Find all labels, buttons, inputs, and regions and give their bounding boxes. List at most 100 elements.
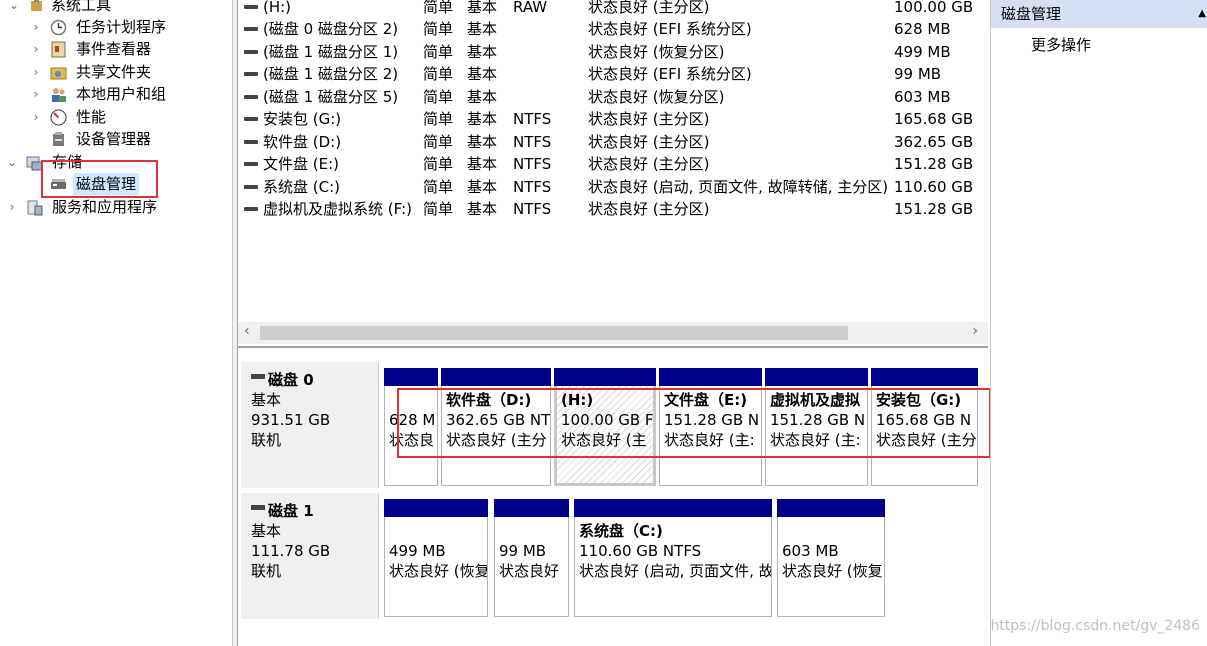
scrollbar-thumb[interactable] [260, 326, 848, 340]
partition-bar [494, 499, 569, 517]
table-row[interactable]: 文件盘 (E:) 简单 基本 NTFS 状态良好 (主分区) 151.28 GB [238, 153, 988, 175]
partition-name [782, 521, 884, 541]
chevron-right-icon[interactable]: › [6, 196, 18, 218]
disk-management-icon [51, 179, 66, 189]
partition-body: (H:) 100.00 GB F 状态良好 (主 [554, 386, 656, 486]
volume-status: 状态良好 (EFI 系统分区) [588, 65, 752, 83]
action-header-title: 磁盘管理 [1001, 5, 1062, 23]
volume-type: 基本 [467, 200, 498, 218]
scroll-right-icon[interactable]: › [972, 323, 978, 339]
tree-item-label: 服务和应用程序 [52, 198, 158, 216]
volume-status: 状态良好 (主分区) [588, 200, 710, 218]
tree-item-label: 事件查看器 [76, 40, 152, 58]
services-icon [27, 200, 43, 216]
storage-icon [26, 156, 43, 171]
action-header[interactable]: 磁盘管理 ▲ [991, 0, 1207, 28]
volume-name: (磁盘 1 磁盘分区 2) [263, 65, 399, 83]
partition-bar [384, 368, 438, 386]
table-row[interactable]: (磁盘 1 磁盘分区 2) 简单 基本 状态良好 (EFI 系统分区) 99 M… [238, 63, 988, 85]
disk-0-header[interactable]: 磁盘 0 基本 931.51 GB 联机 [241, 362, 379, 488]
volume-capacity: 628 MB [894, 20, 951, 38]
action-pane: 磁盘管理 ▲ 更多操作 [990, 0, 1207, 646]
table-row[interactable]: (磁盘 1 磁盘分区 1) 简单 基本 状态良好 (恢复分区) 499 MB [238, 41, 988, 63]
table-row[interactable]: (H:) 简单 基本 RAW 状态良好 (主分区) 100.00 GB [238, 0, 988, 18]
table-row[interactable]: 虚拟机及虚拟系统 (F:) 简单 基本 NTFS 状态良好 (主分区) 151.… [238, 198, 988, 220]
chevron-down-icon[interactable]: ⌄ [8, 0, 20, 16]
volume-layout: 简单 [423, 20, 454, 38]
disk-state: 联机 [251, 431, 282, 449]
partition-status: 状态良好 (主: [770, 431, 861, 449]
watermark: https://blog.csdn.net/gv_2486 [990, 618, 1200, 634]
partition-size: 499 MB [389, 542, 446, 560]
tree-item-label: 任务计划程序 [76, 18, 167, 36]
partition[interactable]: 628 M 状态良 [384, 368, 438, 486]
table-row[interactable]: 系统盘 (C:) 简单 基本 NTFS 状态良好 (启动, 页面文件, 故障转储… [238, 176, 988, 198]
partition[interactable]: (H:) 100.00 GB F 状态良好 (主 [554, 368, 656, 486]
table-row[interactable]: 软件盘 (D:) 简单 基本 NTFS 状态良好 (主分区) 362.65 GB [238, 131, 988, 153]
volume-name: 安装包 (G:) [263, 110, 342, 128]
volume-layout: 简单 [423, 133, 454, 151]
volume-type: 基本 [467, 65, 498, 83]
disk-icon [251, 505, 265, 510]
chevron-right-icon[interactable]: › [30, 61, 42, 83]
volume-status: 状态良好 (EFI 系统分区) [588, 20, 752, 38]
tree-item-label: 设备管理器 [76, 130, 152, 148]
volume-icon [244, 95, 258, 99]
partition-bar [871, 368, 978, 386]
collapse-icon[interactable]: ▲ [1198, 0, 1206, 28]
partition[interactable]: 99 MB 状态良好 [494, 499, 569, 617]
volume-fs: RAW [513, 0, 548, 16]
partition-body: 文件盘（E:) 151.28 GB N 状态良好 (主: [659, 386, 762, 486]
volume-layout: 简单 [423, 178, 454, 196]
chevron-right-icon[interactable]: › [30, 38, 42, 60]
volume-name: (磁盘 1 磁盘分区 1) [263, 43, 399, 61]
partition-bar [659, 368, 762, 386]
volume-icon [244, 27, 258, 31]
volume-name: 软件盘 (D:) [263, 133, 342, 151]
volume-fs: NTFS [513, 200, 552, 218]
volume-list: (H:) 简单 基本 RAW 状态良好 (主分区) 100.00 GB (磁盘 … [238, 0, 988, 346]
volume-layout: 简单 [423, 0, 454, 16]
partition-name [389, 521, 487, 541]
partition-size: 165.68 GB N [876, 411, 972, 429]
partition[interactable]: 文件盘（E:) 151.28 GB N 状态良好 (主: [659, 368, 762, 486]
partition[interactable]: 虚拟机及虚拟 151.28 GB N 状态良好 (主: [765, 368, 868, 486]
table-row[interactable]: (磁盘 0 磁盘分区 2) 简单 基本 状态良好 (EFI 系统分区) 628 … [238, 18, 988, 40]
partition[interactable]: 499 MB 状态良好 (恢复 [384, 499, 488, 617]
partition-body: 628 M 状态良 [384, 386, 438, 486]
partition-size: 99 MB [499, 542, 547, 560]
disk-type: 基本 [251, 391, 282, 409]
partition[interactable]: 软件盘（D:) 362.65 GB NT 状态良好 (主分 [441, 368, 551, 486]
partition-size: 628 M [389, 411, 436, 429]
partition-status: 状态良好 [499, 562, 560, 580]
partition-size: 151.28 GB N [770, 411, 866, 429]
chevron-right-icon[interactable]: › [30, 106, 42, 128]
volume-layout: 简单 [423, 200, 454, 218]
partition[interactable]: 603 MB 状态良好 (恢复 [777, 499, 885, 617]
volume-icon [244, 140, 258, 144]
disk-1-header[interactable]: 磁盘 1 基本 111.78 GB 联机 [241, 493, 379, 619]
tree-item-label: 磁盘管理 [73, 173, 140, 195]
volume-status: 状态良好 (主分区) [588, 133, 710, 151]
partition-size: 100.00 GB F [561, 411, 654, 429]
volume-layout: 简单 [423, 88, 454, 106]
chevron-right-icon[interactable]: › [30, 83, 42, 105]
partition[interactable]: 安装包（G:) 165.68 GB N 状态良好 (主分 [871, 368, 978, 486]
partition[interactable]: 系统盘（C:) 110.60 GB NTFS 状态良好 (启动, 页面文件, 故 [574, 499, 772, 617]
clock-icon [50, 19, 67, 36]
horizontal-scrollbar[interactable]: ‹ › [238, 322, 988, 344]
volume-status: 状态良好 (启动, 页面文件, 故障转储, 主分区) [588, 178, 889, 196]
scroll-left-icon[interactable]: ‹ [244, 323, 250, 339]
chevron-right-icon[interactable]: › [30, 16, 42, 38]
partition-size: 151.28 GB N [664, 411, 760, 429]
chevron-down-icon[interactable]: ⌄ [6, 151, 18, 173]
volume-type: 基本 [467, 178, 498, 196]
partition-name: 虚拟机及虚拟 [770, 391, 861, 409]
partition-body: 系统盘（C:) 110.60 GB NTFS 状态良好 (启动, 页面文件, 故 [574, 517, 772, 617]
partition-name: 文件盘（E:) [664, 391, 748, 409]
volume-type: 基本 [467, 110, 498, 128]
table-row[interactable]: 安装包 (G:) 简单 基本 NTFS 状态良好 (主分区) 165.68 GB [238, 108, 988, 130]
table-row[interactable]: (磁盘 1 磁盘分区 5) 简单 基本 状态良好 (恢复分区) 603 MB [238, 86, 988, 108]
more-actions-link[interactable]: 更多操作 [1031, 34, 1091, 56]
volume-name: (H:) [263, 0, 292, 16]
